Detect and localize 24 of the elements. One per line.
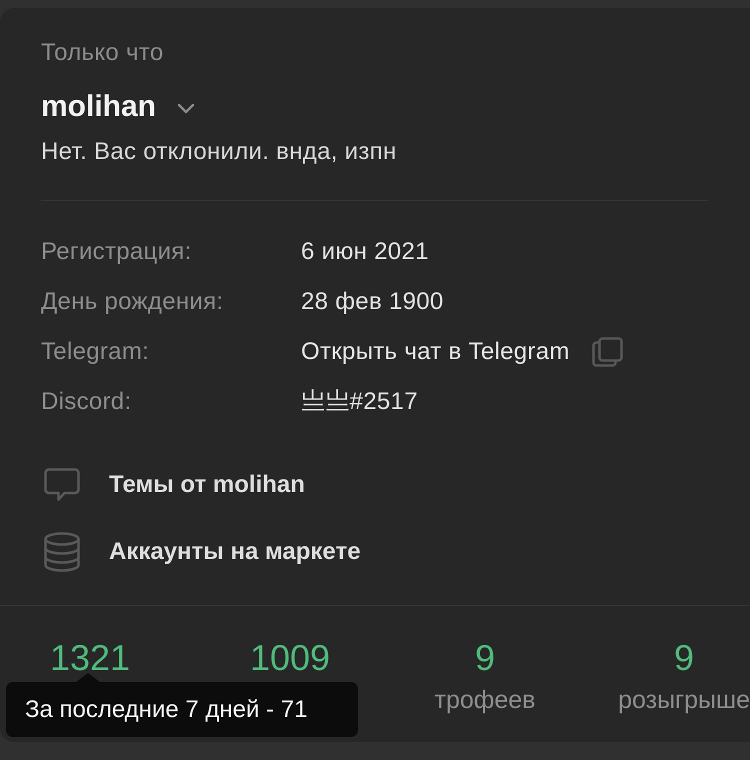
status-text: Нет. Вас отклонили. внда, изпн bbox=[41, 137, 397, 167]
field-value: 28 фев 1900 bbox=[301, 287, 444, 317]
field-label: День рождения: bbox=[41, 287, 224, 317]
field-value: 亗亗#2517 bbox=[301, 387, 418, 417]
telegram-link[interactable]: Открыть чат в Telegram bbox=[301, 337, 570, 367]
post-time: Только что bbox=[41, 38, 164, 68]
tooltip: За последние 7 дней - 71 bbox=[6, 682, 358, 737]
profile-link[interactable]: Темы от molihan bbox=[109, 470, 305, 500]
profile-link[interactable]: Аккаунты на маркете bbox=[109, 537, 361, 567]
field-value: 6 июн 2021 bbox=[301, 237, 429, 267]
username[interactable]: molihan bbox=[41, 92, 156, 122]
field-label: Регистрация: bbox=[41, 237, 192, 267]
stat-count: 9 bbox=[674, 644, 694, 672]
stat-count: 9 bbox=[474, 644, 495, 672]
field-label: Discord: bbox=[41, 387, 132, 417]
stat-label: розыгрыше bbox=[618, 685, 750, 715]
stat-label: трофеев bbox=[434, 685, 536, 715]
tooltip-pointer-icon bbox=[76, 673, 100, 682]
stat-count: 1009 bbox=[250, 644, 330, 672]
chevron-down-icon[interactable] bbox=[177, 103, 196, 115]
speech-bubble-icon bbox=[44, 468, 80, 502]
database-icon bbox=[44, 532, 80, 572]
field-label: Telegram: bbox=[41, 337, 150, 367]
stat-count: 1321 bbox=[50, 644, 130, 672]
